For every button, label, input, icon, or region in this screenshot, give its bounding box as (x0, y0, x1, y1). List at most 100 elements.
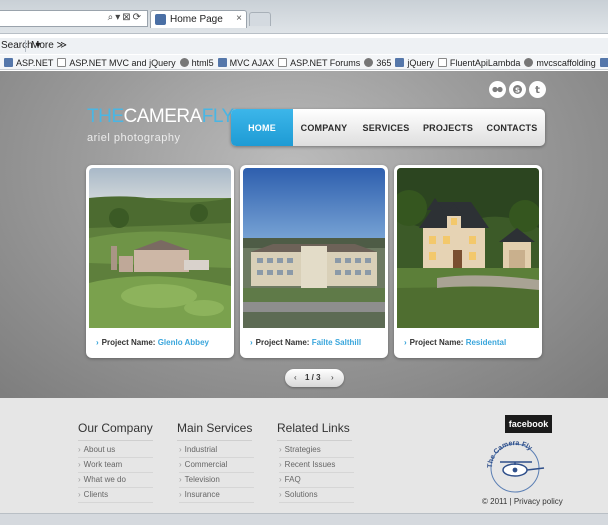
bullet-arrow-icon: › (179, 460, 182, 469)
favorite-link[interactable]: mvcscaffolding (524, 55, 596, 69)
footer-link[interactable]: › Insurance (179, 488, 254, 503)
favorite-link[interactable]: 365 (364, 55, 392, 69)
caption-arrow-icon: › (96, 338, 99, 347)
address-bar[interactable]: ⌕▾⊠⟳ (0, 10, 148, 27)
pager-next-icon[interactable]: › (331, 373, 334, 382)
project-name-link[interactable]: Failte Salthill (312, 338, 361, 347)
site-tagline: ariel photography (87, 132, 181, 144)
favorite-label: ASP.NET (16, 57, 54, 68)
footer-column-title: Our Company (78, 421, 153, 435)
favorite-label: FluentApiLambda (449, 57, 521, 68)
flickr-icon[interactable] (489, 81, 506, 98)
new-tab-button[interactable] (249, 12, 271, 26)
tab-title: Home Page (170, 14, 223, 25)
bullet-arrow-icon: › (279, 475, 282, 484)
bullet-arrow-icon: › (179, 475, 182, 484)
close-tab-icon[interactable]: × (236, 13, 242, 24)
footer-link[interactable]: › Television (179, 473, 254, 488)
twitter-icon[interactable]: t (529, 81, 546, 98)
favorite-link[interactable]: jQuery (395, 55, 434, 69)
nav-item-services[interactable]: SERVICES (355, 109, 417, 146)
facebook-button[interactable]: facebook (505, 415, 552, 433)
bullet-arrow-icon: › (78, 475, 81, 484)
project-photo-failte-salthill[interactable] (243, 168, 385, 328)
project-photo-residental[interactable] (397, 168, 539, 328)
favorite-link[interactable]: ASP.NET MVC and jQuery (57, 55, 176, 69)
footer-link[interactable]: › FAQ (279, 473, 354, 488)
main-nav: HOME COMPANY SERVICES PROJECTS CONTACTS (231, 109, 545, 146)
bullet-arrow-icon: › (78, 490, 81, 499)
site-footer: facebook The Camera Fly © 2011 | Privacy… (0, 398, 608, 513)
carousel-pager: ‹ 1 / 3 › (285, 369, 344, 387)
footer-link[interactable]: › Solutions (279, 488, 354, 503)
favorite-link[interactable]: html5 (179, 55, 214, 69)
bullet-arrow-icon: › (279, 490, 282, 499)
bullet-arrow-icon: › (78, 445, 81, 454)
browser-chrome: ⌕▾⊠⟳ Home Page × (0, 0, 608, 34)
pager-prev-icon[interactable]: ‹ (294, 373, 297, 382)
footer-link-label: Insurance (184, 490, 220, 499)
favorite-label: 365 (376, 57, 392, 68)
footer-link[interactable]: › About us (78, 443, 153, 458)
page-icon (179, 58, 189, 67)
footer-link-label: Industrial (184, 445, 218, 454)
page-icon (599, 58, 608, 67)
project-caption[interactable]: › Project Name: Failte Salthill (250, 338, 361, 347)
favorites-bar: ASP.NET ASP.NET MVC and jQuery html5 MVC AJ… (0, 55, 608, 70)
footer-link-label: Strategies (284, 445, 321, 454)
more-menu-button[interactable]: More ≫ (31, 40, 67, 51)
footer-link[interactable]: › Strategies (279, 443, 354, 458)
favorite-label: ASP.NET Forums (290, 57, 361, 68)
site-logo[interactable]: THECAMERAFLY (87, 106, 234, 128)
bullet-arrow-icon: › (279, 460, 282, 469)
page-icon (57, 58, 67, 67)
nav-item-projects[interactable]: PROJECTS (417, 109, 479, 146)
favorite-link[interactable]: MVC AJAX (217, 55, 274, 69)
favorite-link[interactable]: ASP.NET (4, 55, 54, 69)
footer-divider (78, 440, 153, 441)
page-icon (437, 58, 447, 67)
command-separator (25, 40, 26, 52)
footer-link-label: What we do (83, 475, 126, 484)
project-card[interactable]: › Project Name: Residental (394, 165, 542, 358)
favorite-label: html5 (191, 57, 214, 68)
footer-link[interactable]: › Commercial (179, 458, 254, 473)
footer-link-label: Recent Issues (284, 460, 336, 469)
nav-item-contacts[interactable]: CONTACTS (479, 109, 545, 146)
nav-item-home[interactable]: HOME (231, 109, 293, 146)
favorite-link[interactable]: ASP.NET Forums (278, 55, 361, 69)
company-emblem: The Camera Fly (487, 440, 545, 493)
footer-link-label: Commercial (184, 460, 228, 469)
page-icon (217, 58, 227, 67)
favorite-link[interactable]: NDC 2010 (599, 55, 608, 69)
footer-link[interactable]: › Industrial (179, 443, 254, 458)
skype-icon[interactable]: S (509, 81, 526, 98)
footer-link[interactable]: › Clients (78, 488, 153, 503)
copyright-text[interactable]: © 2011 | Privacy policy (482, 497, 563, 506)
favorite-link[interactable]: FluentApiLambda (437, 55, 521, 69)
caption-arrow-icon: › (404, 338, 407, 347)
footer-link-label: Clients (83, 490, 109, 499)
project-name-link[interactable]: Glenlo Abbey (158, 338, 209, 347)
footer-link[interactable]: › Work team (78, 458, 153, 473)
footer-column-title: Related Links (277, 421, 350, 435)
page-icon (395, 58, 405, 67)
footer-divider (177, 440, 252, 441)
page-icon (524, 58, 534, 67)
project-name-link[interactable]: Residental (466, 338, 506, 347)
bullet-arrow-icon: › (179, 490, 182, 499)
footer-link[interactable]: › Recent Issues (279, 458, 354, 473)
caption-arrow-icon: › (250, 338, 253, 347)
nav-item-company[interactable]: COMPANY (293, 109, 355, 146)
project-card[interactable]: › Project Name: Glenlo Abbey (86, 165, 234, 358)
page-icon (278, 58, 288, 67)
project-photo-glenlo-abbey[interactable] (89, 168, 231, 328)
address-bar-controls[interactable]: ⌕▾⊠⟳ (108, 12, 143, 23)
project-caption[interactable]: › Project Name: Residental (404, 338, 506, 347)
footer-link[interactable]: › What we do (78, 473, 153, 488)
svg-text:t: t (535, 85, 540, 95)
browser-tab[interactable]: Home Page × (150, 10, 247, 28)
project-card[interactable]: › Project Name: Failte Salthill (240, 165, 388, 358)
footer-link-label: About us (83, 445, 116, 454)
project-caption[interactable]: › Project Name: Glenlo Abbey (96, 338, 209, 347)
